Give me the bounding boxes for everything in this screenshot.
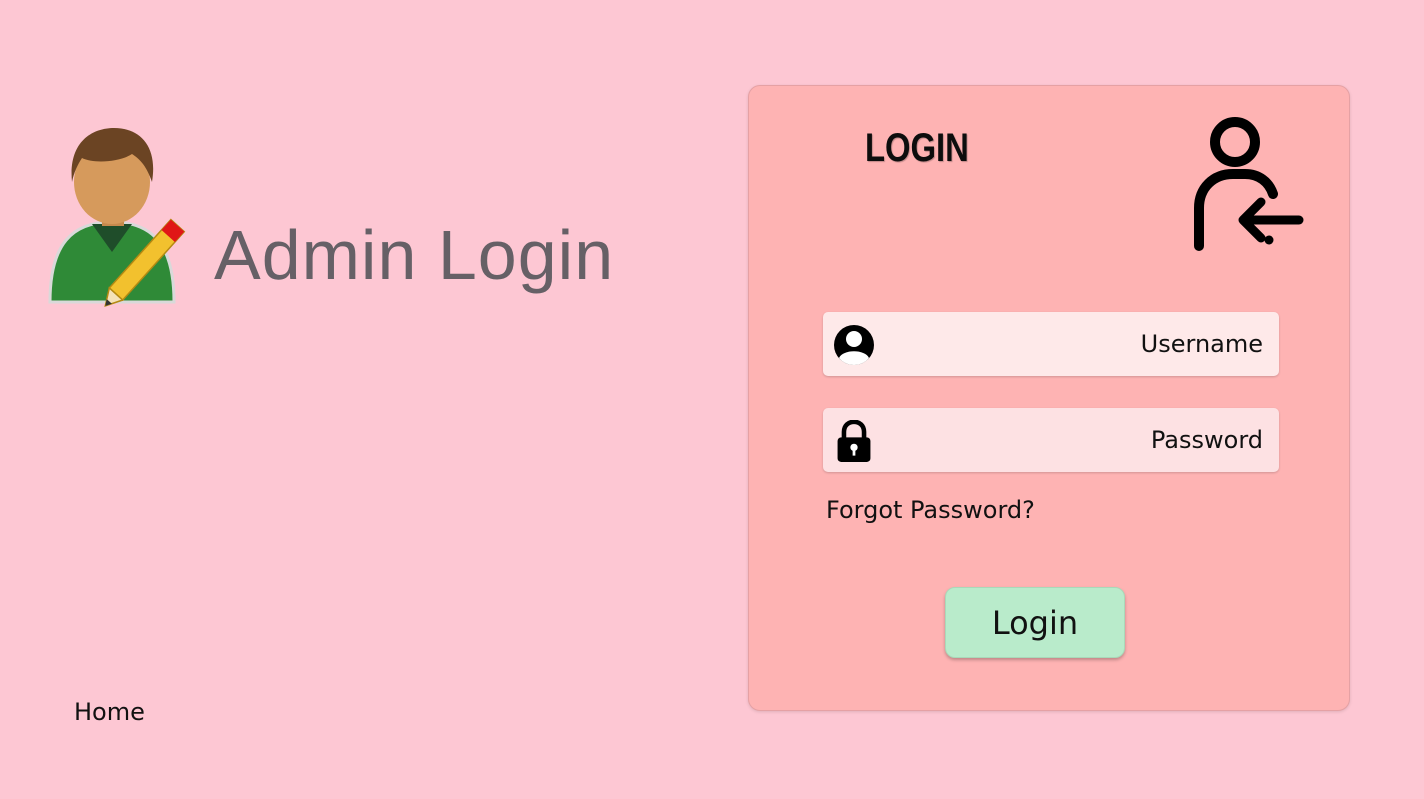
padlock-icon bbox=[837, 420, 871, 462]
admin-user-with-pencil-icon bbox=[48, 128, 186, 308]
user-circle-icon bbox=[834, 325, 874, 365]
password-input[interactable] bbox=[883, 408, 1263, 472]
forgot-password-link[interactable]: Forgot Password? bbox=[826, 496, 1035, 524]
login-button[interactable]: Login bbox=[945, 587, 1125, 658]
password-field bbox=[823, 408, 1279, 472]
home-link[interactable]: Home bbox=[74, 698, 145, 726]
page-title: Admin Login bbox=[214, 216, 615, 294]
login-card-title: LOGIN bbox=[865, 126, 969, 170]
login-card: LOGIN Forgot Password? Login bbox=[748, 85, 1350, 711]
user-login-arrow-icon bbox=[1194, 117, 1304, 251]
username-input[interactable] bbox=[883, 312, 1263, 376]
username-field bbox=[823, 312, 1279, 376]
